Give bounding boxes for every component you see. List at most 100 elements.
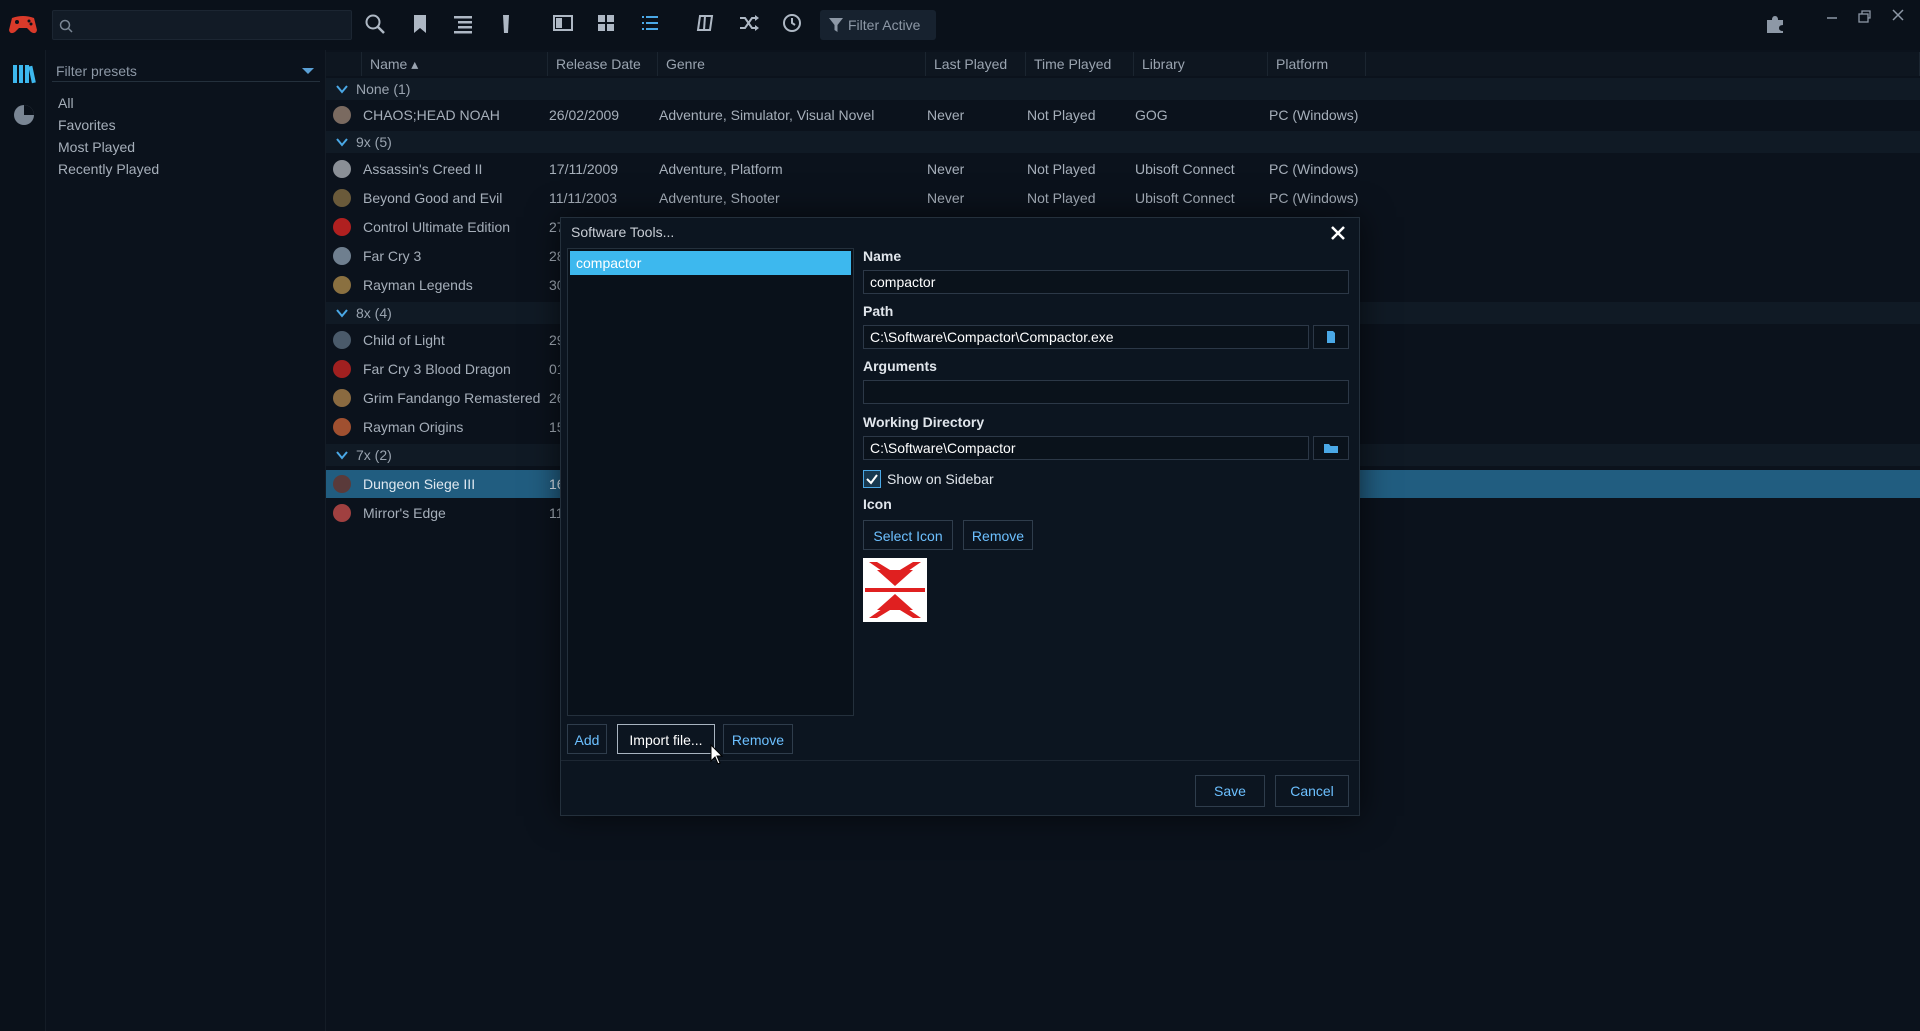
cell-release-date: 26/02/2009 — [549, 107, 620, 123]
cell-time-played: Not Played — [1027, 161, 1096, 177]
sort-icon[interactable] — [498, 13, 522, 37]
game-icon — [333, 247, 351, 265]
checkmark-icon — [866, 474, 878, 485]
tool-list-item[interactable]: compactor — [570, 251, 851, 275]
cell-time-played: Not Played — [1027, 190, 1096, 206]
column-header-platform[interactable]: Platform — [1268, 52, 1366, 76]
preset-all[interactable]: All — [58, 95, 74, 111]
game-icon — [333, 189, 351, 207]
preset-recently-played[interactable]: Recently Played — [58, 161, 159, 177]
mouse-cursor-icon — [710, 744, 724, 766]
chevron-down-icon — [302, 68, 314, 74]
game-icon — [333, 418, 351, 436]
search-input[interactable] — [52, 10, 352, 40]
group-header[interactable]: 9x (5) — [326, 131, 1920, 153]
game-icon — [333, 160, 351, 178]
details-view-icon[interactable] — [552, 13, 576, 37]
list-view-icon[interactable] — [452, 13, 476, 37]
import-file-button[interactable]: Import file... — [617, 724, 715, 754]
table-row[interactable]: CHAOS;HEAD NOAH 26/02/2009 Adventure, Si… — [326, 101, 1920, 129]
column-header-release-date[interactable]: Release Date — [548, 52, 658, 76]
game-icon — [333, 475, 351, 493]
cell-last-played: Never — [927, 190, 965, 206]
filter-active-button[interactable]: Filter Active — [820, 10, 936, 40]
close-icon[interactable] — [1886, 6, 1910, 26]
column-header-name[interactable]: Name ▴ — [362, 52, 548, 76]
software-tools-dialog: Software Tools... compactor Add Import f… — [560, 217, 1360, 816]
gamepad-logo-icon[interactable] — [8, 10, 38, 38]
list-icon[interactable] — [640, 13, 664, 37]
column-header-library[interactable]: Library — [1134, 52, 1268, 76]
preset-most-played[interactable]: Most Played — [58, 139, 135, 155]
game-icon — [333, 504, 351, 522]
cell-name: Rayman Origins — [363, 419, 464, 435]
explorer-icon[interactable] — [696, 13, 720, 37]
cell-time-played: Not Played — [1027, 107, 1096, 123]
folder-icon — [1314, 441, 1348, 455]
library-icon[interactable] — [11, 60, 37, 86]
addon-puzzle-icon[interactable] — [1764, 13, 1788, 37]
remove-icon-button[interactable]: Remove — [963, 520, 1033, 550]
file-icon — [1314, 330, 1348, 344]
column-header-last-played[interactable]: Last Played — [926, 52, 1026, 76]
shuffle-icon[interactable] — [738, 13, 762, 37]
cell-name: Rayman Legends — [363, 277, 473, 293]
search-icon[interactable] — [364, 13, 388, 37]
working-directory-label: Working Directory — [863, 414, 985, 430]
cell-library: Ubisoft Connect — [1135, 190, 1235, 206]
game-icon — [333, 389, 351, 407]
dialog-title: Software Tools... — [571, 224, 675, 240]
path-field[interactable]: C:\Software\Compactor\Compactor.exe — [863, 325, 1309, 349]
preset-favorites[interactable]: Favorites — [58, 117, 116, 133]
add-button[interactable]: Add — [567, 724, 607, 754]
filter-presets-placeholder: Filter presets — [56, 63, 137, 79]
clock-icon[interactable] — [782, 13, 806, 37]
column-header-filler — [1366, 52, 1920, 76]
show-on-sidebar-checkbox[interactable] — [863, 470, 881, 488]
cancel-button[interactable]: Cancel — [1275, 775, 1349, 807]
cell-name: Far Cry 3 Blood Dragon — [363, 361, 511, 377]
cell-name: Beyond Good and Evil — [363, 190, 503, 206]
name-label: Name — [863, 248, 902, 264]
minimize-icon[interactable] — [1820, 6, 1844, 26]
name-field[interactable]: compactor — [863, 270, 1349, 294]
save-button[interactable]: Save — [1195, 775, 1265, 807]
cell-last-played: Never — [927, 107, 965, 123]
top-toolbar: Filter Active — [0, 0, 1920, 50]
cell-genre: Adventure, Simulator, Visual Novel — [659, 107, 875, 123]
table-row[interactable]: Beyond Good and Evil 11/11/2003 Adventur… — [326, 184, 1920, 212]
show-on-sidebar-label[interactable]: Show on Sidebar — [887, 471, 994, 487]
arguments-label: Arguments — [863, 358, 937, 374]
cell-genre: Adventure, Platform — [659, 161, 783, 177]
group-label: None (1) — [356, 81, 411, 97]
cell-name: Assassin's Creed II — [363, 161, 483, 177]
remove-tool-button[interactable]: Remove — [723, 724, 793, 754]
table-row[interactable]: Assassin's Creed II 17/11/2009 Adventure… — [326, 155, 1920, 183]
group-label: 9x (5) — [356, 134, 392, 150]
cell-name: Control Ultimate Edition — [363, 219, 511, 235]
column-header-genre[interactable]: Genre — [658, 52, 926, 76]
close-icon[interactable] — [1329, 224, 1347, 242]
column-header-time-played[interactable]: Time Played — [1026, 52, 1134, 76]
table-header: Name ▴ Release Date Genre Last Played Ti… — [326, 52, 1920, 76]
funnel-icon — [828, 17, 844, 33]
select-icon-button[interactable]: Select Icon — [863, 520, 953, 550]
statistics-pie-icon[interactable] — [11, 102, 37, 128]
game-icon — [333, 360, 351, 378]
chevron-down-icon — [336, 450, 348, 460]
filter-panel: Filter presets All Favorites Most Played… — [46, 50, 326, 1031]
cell-release-date: 11/11/2003 — [549, 190, 617, 206]
filter-presets-dropdown[interactable]: Filter presets — [52, 60, 320, 82]
browse-folder-button[interactable] — [1313, 436, 1349, 460]
restore-icon[interactable] — [1852, 6, 1876, 26]
bookmark-icon[interactable] — [410, 13, 434, 37]
cell-library: Ubisoft Connect — [1135, 161, 1235, 177]
working-directory-field[interactable]: C:\Software\Compactor — [863, 436, 1309, 460]
group-header[interactable]: None (1) — [326, 78, 1920, 100]
browse-file-button[interactable] — [1313, 325, 1349, 349]
group-label: 7x (2) — [356, 447, 392, 463]
arguments-field[interactable] — [863, 380, 1349, 404]
sidebar-rail — [0, 50, 46, 1031]
tool-list[interactable]: compactor — [567, 248, 854, 716]
grid-view-icon[interactable] — [596, 13, 620, 37]
